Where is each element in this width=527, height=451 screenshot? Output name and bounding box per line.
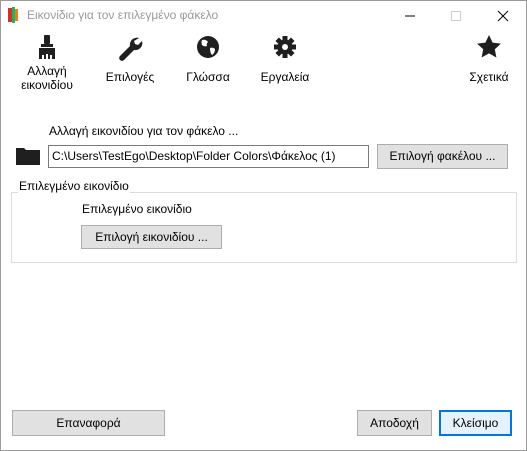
maximize-button[interactable]	[433, 1, 479, 30]
main-window: Εικονίδιο για τον επιλεγμένο φάκελο Αλλα…	[0, 0, 527, 451]
toolbar-change-icon-label: Αλλαγή εικονιδίου	[21, 64, 73, 92]
maximize-icon	[451, 11, 461, 21]
toolbar-language[interactable]: Γλώσσα	[180, 33, 236, 85]
selected-icon-group-legend: Επιλεγμένο εικονίδιο	[18, 179, 130, 193]
toolbar-tools[interactable]: Εργαλεία	[256, 33, 314, 85]
choose-folder-button[interactable]: Επιλογή φακέλου ...	[377, 144, 508, 169]
title-bar[interactable]: Εικονίδιο για τον επιλεγμένο φάκελο	[1, 1, 526, 30]
choose-icon-button[interactable]: Επιλογή εικονιδίου ...	[81, 225, 222, 249]
toolbar-about-label: Σχετικά	[469, 70, 509, 84]
globe-icon	[197, 36, 219, 58]
minimize-icon	[405, 15, 415, 17]
selected-icon-text: Επιλεγμένο εικονίδιο	[82, 202, 192, 216]
gear-icon	[274, 36, 296, 58]
window-title: Εικονίδιο για τον επιλεγμένο φάκελο	[27, 8, 219, 22]
toolbar-options[interactable]: Επιλογές	[101, 33, 159, 85]
change-folder-icon-label: Αλλαγή εικονιδίου για τον φάκελο ...	[49, 124, 239, 138]
close-window-button[interactable]	[480, 1, 526, 30]
brush-icon	[39, 35, 55, 59]
folder-path-field[interactable]: C:\Users\TestEgo\Desktop\Folder Colors\Φ…	[48, 145, 369, 168]
toolbar-about[interactable]: Σχετικά	[468, 33, 510, 85]
wrench-icon	[119, 37, 143, 61]
apply-button[interactable]: Αποδοχή	[357, 410, 432, 436]
star-icon	[477, 35, 501, 58]
toolbar-language-label: Γλώσσα	[186, 70, 230, 84]
reset-button[interactable]: Επαναφορά	[12, 410, 165, 436]
app-icon	[8, 7, 18, 23]
minimize-button[interactable]	[387, 1, 433, 30]
toolbar-change-icon[interactable]: Αλλαγή εικονιδίου	[17, 33, 77, 92]
folder-icon	[16, 148, 40, 165]
toolbar-tools-label: Εργαλεία	[260, 70, 310, 84]
close-icon	[497, 10, 509, 22]
close-button[interactable]: Κλείσιμο	[439, 410, 512, 436]
toolbar-options-label: Επιλογές	[105, 70, 155, 84]
